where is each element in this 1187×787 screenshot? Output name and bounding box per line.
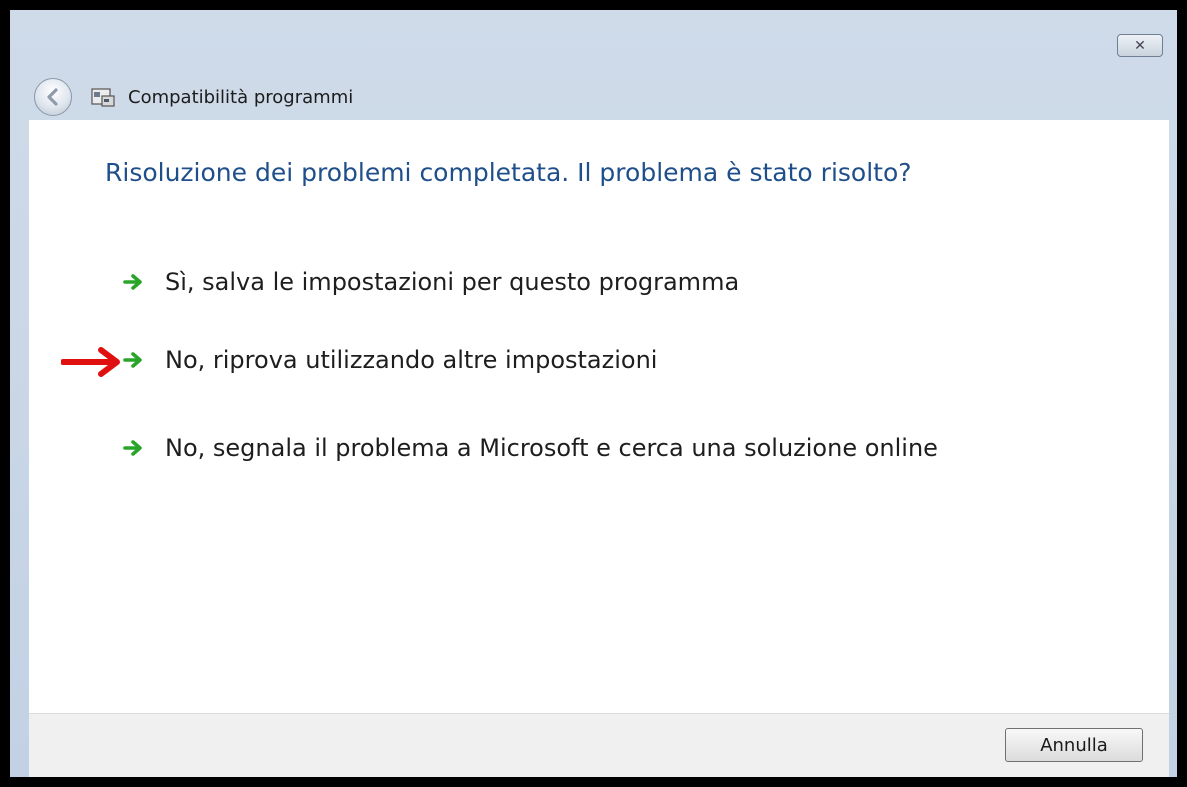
window-title: Compatibilità programmi xyxy=(128,86,354,108)
option-report-to-microsoft[interactable]: No, segnala il problema a Microsoft e ce… xyxy=(123,434,938,462)
cancel-button[interactable]: Annulla xyxy=(1005,728,1143,762)
option-label: Sì, salva le impostazioni per questo pro… xyxy=(165,268,740,296)
back-button[interactable] xyxy=(34,78,72,116)
close-icon: ✕ xyxy=(1134,37,1146,54)
green-arrow-icon xyxy=(123,272,143,292)
screenshot-frame: ✕ Compatibilità programmi Risoluzione de… xyxy=(10,10,1177,777)
option-retry-other-settings[interactable]: No, riprova utilizzando altre impostazio… xyxy=(123,346,657,374)
compatibility-app-icon xyxy=(90,86,116,108)
dialog-footer: Annulla xyxy=(29,713,1169,777)
green-arrow-icon xyxy=(123,350,143,370)
main-content: Risoluzione dei problemi completata. Il … xyxy=(29,120,1169,713)
page-heading: Risoluzione dei problemi completata. Il … xyxy=(105,158,912,187)
back-arrow-icon xyxy=(47,88,58,106)
close-button[interactable]: ✕ xyxy=(1117,34,1163,57)
title-bar: Compatibilità programmi xyxy=(34,76,353,118)
dialog-window: ✕ Compatibilità programmi Risoluzione de… xyxy=(10,10,1177,777)
green-arrow-icon xyxy=(123,438,143,458)
option-label: No, segnala il problema a Microsoft e ce… xyxy=(165,434,938,462)
red-arrow-icon xyxy=(61,347,120,377)
option-label: No, riprova utilizzando altre impostazio… xyxy=(165,346,658,374)
option-save-settings[interactable]: Sì, salva le impostazioni per questo pro… xyxy=(123,268,739,296)
